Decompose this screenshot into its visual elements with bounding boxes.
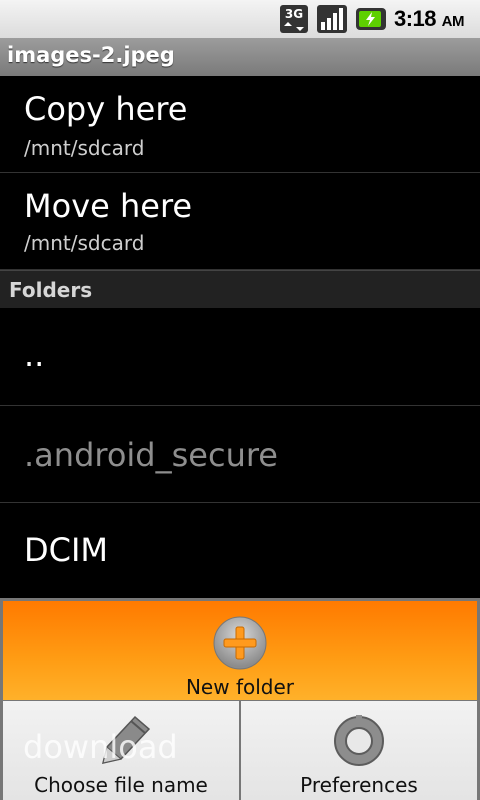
gear-icon [334,715,384,766]
copy-here-path: /mnt/sdcard [24,136,145,160]
clock-ampm: AM [441,13,465,30]
copy-here-label: Copy here [24,90,188,128]
folder-item-android-secure[interactable]: .android_secure [0,406,480,503]
move-here-item[interactable]: Move here /mnt/sdcard [0,173,480,270]
clock-time: 3:18 [394,6,437,31]
page-title: images-2.jpeg [7,43,175,67]
add-folder-icon [213,616,267,670]
move-here-label: Move here [24,187,193,225]
new-folder-button[interactable]: New folder [3,601,477,700]
new-folder-label: New folder [185,675,295,699]
folder-name: .android_secure [24,436,278,474]
section-title: Folders [9,278,93,302]
preferences-label: Preferences [300,773,418,797]
move-here-path: /mnt/sdcard [24,231,145,255]
clock: 3:18 AM [394,5,465,33]
folder-item-download-behind-menu: download [23,728,178,766]
title-bar: images-2.jpeg [0,38,480,77]
battery-charging-icon [356,8,386,30]
folders-section-header: Folders [0,270,480,309]
copy-here-item[interactable]: Copy here /mnt/sdcard [0,76,480,173]
status-bar: 3G 3:18 AM [0,0,480,38]
folder-name: .. [24,336,45,374]
preferences-button[interactable]: Preferences [241,701,477,800]
folder-item-parent[interactable]: .. [0,308,480,406]
3g-network-icon: 3G [280,5,308,33]
svg-text:3G: 3G [285,7,303,21]
options-menu: New folder Choose file name Preferences … [0,598,480,800]
folder-name: DCIM [24,531,109,569]
signal-strength-icon [317,5,347,33]
choose-file-name-label: Choose file name [34,773,208,797]
folder-item-dcim[interactable]: DCIM [0,503,480,599]
